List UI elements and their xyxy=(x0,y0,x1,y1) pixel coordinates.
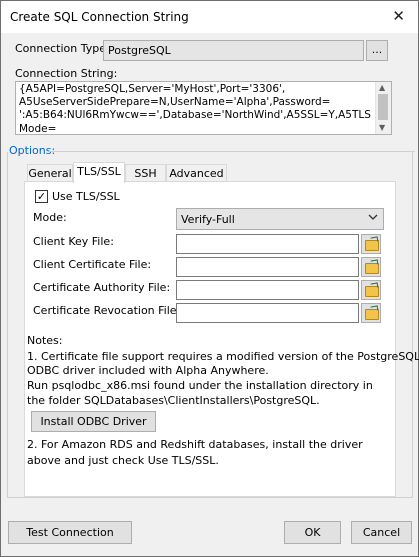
client-certificate-label: Client Certificate File: xyxy=(33,258,152,271)
client-certificate-input[interactable] xyxy=(176,257,359,277)
test-connection-button[interactable]: Test Connection xyxy=(8,521,132,544)
folder-open-icon[interactable] xyxy=(361,234,381,254)
mode-value: Verify-Full xyxy=(181,213,235,226)
connection-type-label: Connection Type: xyxy=(15,42,110,55)
connection-type-field[interactable]: PostgreSQL xyxy=(103,40,364,61)
tab-general[interactable]: General xyxy=(27,164,73,182)
dialog-window: Create SQL Connection String ✕ Connectio… xyxy=(0,0,419,557)
ok-button[interactable]: OK xyxy=(284,521,341,544)
scroll-down-icon[interactable]: ▼ xyxy=(379,123,385,132)
notes-line: above and just check Use TLS/SSL. xyxy=(27,454,219,467)
connection-type-browse-button[interactable]: ... xyxy=(366,40,388,61)
connection-string-field[interactable]: {A5API=PostgreSQL,Server='MyHost',Port='… xyxy=(15,81,392,135)
close-icon[interactable]: ✕ xyxy=(392,8,405,24)
certificate-revocation-input[interactable] xyxy=(176,303,359,323)
notes-line: ODBC driver included with Alpha Anywhere… xyxy=(27,364,269,377)
notes-line: 1. Certificate file support requires a m… xyxy=(27,350,419,363)
notes-line: Run psqlodbc_x86.msi found under the ins… xyxy=(27,379,373,392)
connection-string-value: {A5API=PostgreSQL,Server='MyHost',Port='… xyxy=(19,83,371,135)
mode-select[interactable]: Verify-Full xyxy=(176,208,384,230)
use-tls-label: Use TLS/SSL xyxy=(52,190,120,203)
tab-ssh[interactable]: SSH xyxy=(125,164,166,182)
connection-string-label: Connection String: xyxy=(15,67,118,80)
notes-line: 2. For Amazon RDS and Redshift databases… xyxy=(27,438,363,451)
window-title: Create SQL Connection String xyxy=(10,10,189,24)
chevron-down-icon xyxy=(368,212,378,225)
folder-open-icon[interactable] xyxy=(361,303,381,323)
folder-open-icon[interactable] xyxy=(361,257,381,277)
mode-label: Mode: xyxy=(33,211,67,224)
notes-heading: Notes: xyxy=(27,334,63,347)
connection-type-value: PostgreSQL xyxy=(108,44,171,57)
notes-line: the folder SQLDatabases\ClientInstallers… xyxy=(27,394,320,407)
client-key-label: Client Key File: xyxy=(33,235,114,248)
cancel-button[interactable]: Cancel xyxy=(351,521,412,544)
certificate-revocation-label: Certificate Revocation File: xyxy=(33,304,181,317)
certificate-authority-input[interactable] xyxy=(176,280,359,300)
scroll-thumb[interactable] xyxy=(378,94,388,120)
client-key-input[interactable] xyxy=(176,234,359,254)
use-tls-checkbox[interactable]: ✓ xyxy=(35,190,48,203)
certificate-authority-label: Certificate Authority File: xyxy=(33,281,171,294)
install-odbc-driver-button[interactable]: Install ODBC Driver xyxy=(31,411,156,432)
scroll-up-icon[interactable]: ▲ xyxy=(379,83,385,92)
title-bar: Create SQL Connection String ✕ xyxy=(1,1,418,33)
connection-string-scrollbar[interactable]: ▲ ▼ xyxy=(375,82,391,134)
tab-advanced[interactable]: Advanced xyxy=(166,164,227,182)
tab-tls-ssl[interactable]: TLS/SSL xyxy=(73,162,125,183)
folder-open-icon[interactable] xyxy=(361,280,381,300)
